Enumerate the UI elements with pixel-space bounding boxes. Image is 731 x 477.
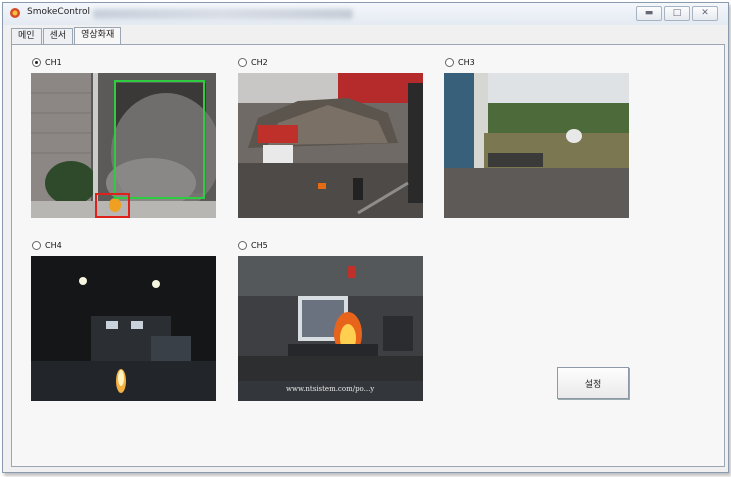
- ch4-label: CH4: [45, 241, 62, 250]
- tab-sensor[interactable]: 센서: [42, 28, 74, 44]
- ch3-radio-button[interactable]: [445, 58, 454, 67]
- ch3-video-frame[interactable]: [444, 73, 629, 218]
- tab-video-fire[interactable]: 영상화재: [74, 27, 122, 45]
- tab-bar: 메인 센서 영상화재: [11, 27, 122, 45]
- ch4-radio-button[interactable]: [32, 241, 41, 250]
- ch2-radio[interactable]: CH2: [238, 58, 268, 67]
- window-title: SmokeControl: [27, 7, 90, 17]
- ch3-radio[interactable]: CH3: [445, 58, 475, 67]
- minimize-icon[interactable]: ▬: [636, 6, 662, 21]
- app-window: SmokeControl ▬ □ ✕ 메인 센서 영상화재 CH1 CH2 CH…: [2, 2, 729, 473]
- ch5-radio[interactable]: CH5: [238, 241, 268, 250]
- ch2-video-frame[interactable]: [238, 73, 423, 218]
- ch4-video-frame[interactable]: [31, 256, 216, 401]
- title-bar: SmokeControl ▬ □ ✕: [3, 3, 728, 25]
- app-icon: [10, 8, 20, 18]
- ch1-radio-button[interactable]: [32, 58, 41, 67]
- tab-main[interactable]: 메인: [11, 28, 42, 44]
- ch2-label: CH2: [251, 58, 268, 67]
- ch5-watermark: www.ntsistem.com/po...y: [286, 385, 375, 393]
- settings-button[interactable]: 설정: [557, 367, 629, 399]
- ch5-label: CH5: [251, 241, 268, 250]
- ch4-radio[interactable]: CH4: [32, 241, 62, 250]
- maximize-icon[interactable]: □: [664, 6, 690, 21]
- blurred-subtitle: [93, 9, 353, 19]
- video-fire-panel: CH1 CH2 CH3 CH4 CH5 www.ntsistem.com/po.…: [11, 44, 725, 467]
- ch2-radio-button[interactable]: [238, 58, 247, 67]
- ch5-radio-button[interactable]: [238, 241, 247, 250]
- ch1-label: CH1: [45, 58, 62, 67]
- close-icon[interactable]: ✕: [692, 6, 718, 21]
- ch1-radio[interactable]: CH1: [32, 58, 62, 67]
- ch1-video-frame[interactable]: [31, 73, 216, 218]
- window-controls: ▬ □ ✕: [636, 6, 718, 21]
- ch3-label: CH3: [458, 58, 475, 67]
- ch5-video-frame[interactable]: www.ntsistem.com/po...y: [238, 256, 423, 401]
